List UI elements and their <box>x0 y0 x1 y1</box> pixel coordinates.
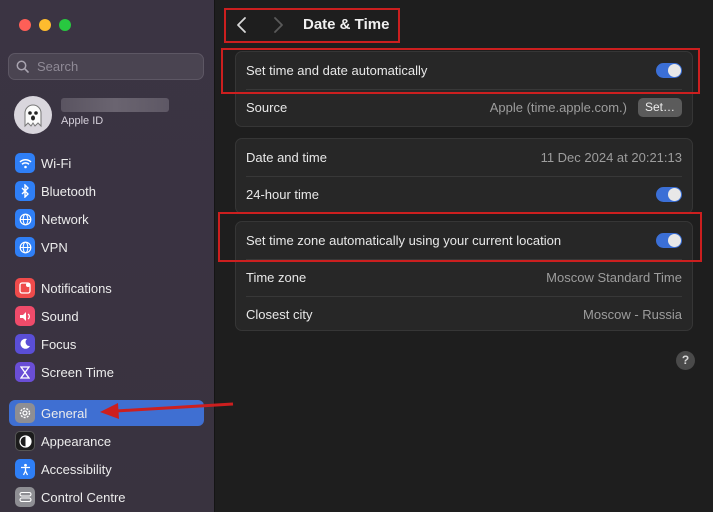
annotation-arrow-icon <box>100 402 234 419</box>
